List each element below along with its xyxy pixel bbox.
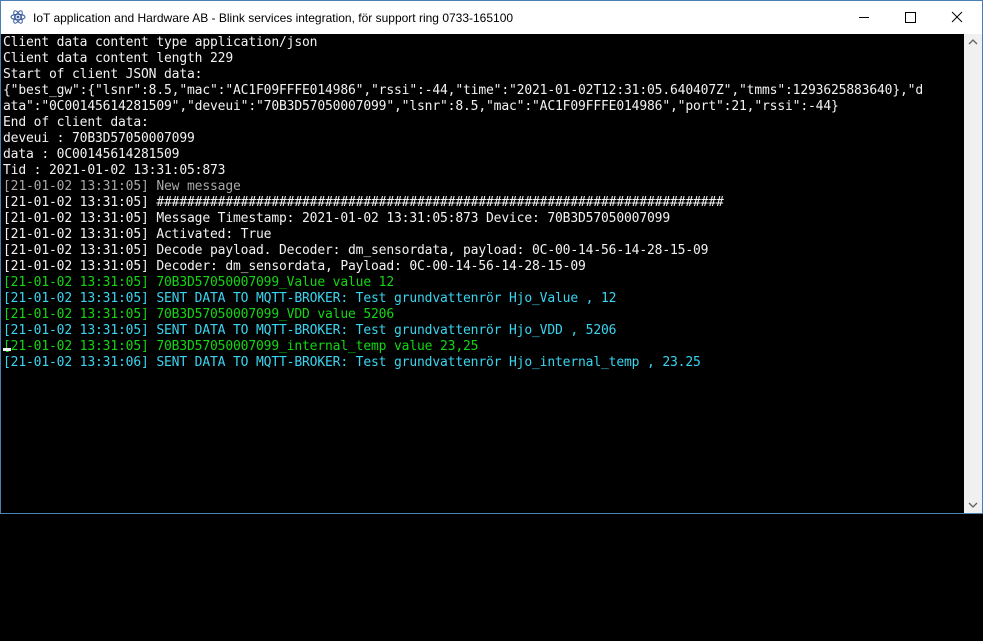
console-line: [21-01-02 13:31:05] Decode payload. Deco… (3, 243, 709, 258)
scroll-down-arrow-icon (968, 502, 978, 508)
console-line: [21-01-02 13:31:05] Decoder: dm_sensorda… (3, 259, 586, 274)
console-line: Client data content type application/jso… (3, 35, 318, 50)
console-line: data : 0C00145614281509 (3, 147, 180, 162)
console-line: [21-01-02 13:31:05] SENT DATA TO MQTT-BR… (3, 323, 617, 338)
scroll-up-arrow-icon (968, 39, 978, 45)
text-cursor (3, 348, 11, 351)
vertical-scrollbar[interactable] (964, 34, 982, 513)
console-line: ata":"0C00145614281509","deveui":"70B3D5… (3, 99, 839, 114)
console-line: deveui : 70B3D57050007099 (3, 131, 195, 146)
scroll-up-button[interactable] (964, 34, 982, 51)
console-line: Start of client JSON data: (3, 67, 203, 82)
maximize-button[interactable] (887, 1, 933, 34)
console-line: [21-01-02 13:31:05] SENT DATA TO MQTT-BR… (3, 291, 617, 306)
console-line: [21-01-02 13:31:05] ####################… (3, 195, 724, 210)
atom-icon[interactable] (10, 9, 26, 25)
console-output[interactable]: Client data content type application/jso… (1, 34, 964, 513)
console-line: Client data content length 229 (3, 51, 234, 66)
console-line: [21-01-02 13:31:05] 70B3D57050007099_Val… (3, 275, 395, 290)
console-line: [21-01-02 13:31:05] 70B3D57050007099_int… (3, 339, 479, 354)
console-line: [21-01-02 13:31:05] New message (3, 179, 241, 194)
window-title: IoT application and Hardware AB - Blink … (33, 11, 514, 25)
close-button[interactable] (933, 1, 982, 34)
console-window: IoT application and Hardware AB - Blink … (0, 0, 983, 514)
console-line: {"best_gw":{"lsnr":8.5,"mac":"AC1F09FFFE… (3, 83, 924, 98)
close-icon (951, 11, 963, 23)
console-line: [21-01-02 13:31:05] 70B3D57050007099_VDD… (3, 307, 395, 322)
console-line: [21-01-02 13:31:06] SENT DATA TO MQTT-BR… (3, 355, 701, 370)
console-line: Tid : 2021-01-02 13:31:05:873 (3, 163, 226, 178)
title-bar[interactable]: IoT application and Hardware AB - Blink … (1, 1, 982, 34)
console-line: [21-01-02 13:31:05] Activated: True (3, 227, 272, 242)
scroll-down-button[interactable] (964, 496, 982, 513)
console-line: End of client data: (3, 115, 149, 130)
minimize-icon (859, 17, 869, 18)
minimize-button[interactable] (841, 1, 887, 34)
maximize-icon (905, 12, 916, 23)
console-line: [21-01-02 13:31:05] Message Timestamp: 2… (3, 211, 671, 226)
